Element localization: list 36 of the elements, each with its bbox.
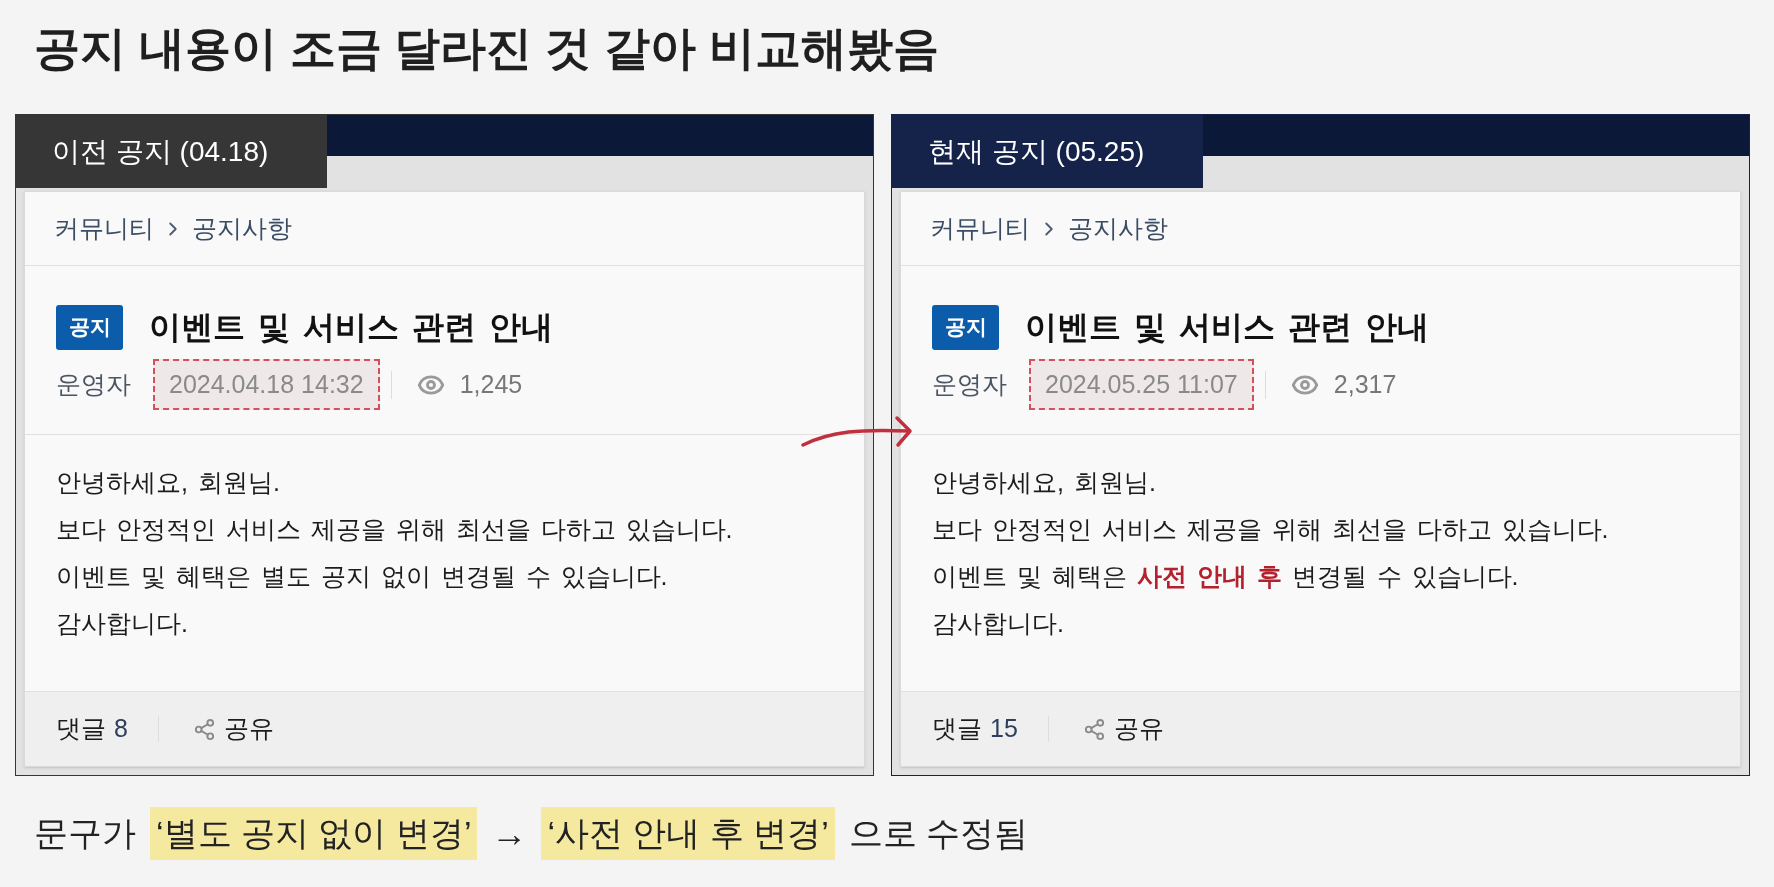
notice-title: 이벤트 및 서비스 관련 안내	[1025, 308, 1429, 347]
notice-line: 감사합니다.	[932, 608, 1065, 639]
author-name: 운영자	[932, 368, 1007, 400]
share-icon	[1082, 717, 1106, 741]
panel-label: 이전 공지 (04.18)	[16, 115, 327, 188]
breadcrumb-link[interactable]: 커뮤니티	[930, 209, 1030, 248]
share-button[interactable]: 공유	[192, 710, 274, 748]
comments-button[interactable]: 댓글 8	[56, 710, 128, 748]
share-icon	[192, 717, 216, 741]
notice-tag: 공지	[932, 304, 999, 350]
arrow-symbol: →	[491, 811, 528, 856]
breadcrumb-link[interactable]: 공지사항	[192, 209, 292, 248]
view-count: 1,245	[459, 368, 523, 400]
notice-line: 감사합니다.	[56, 608, 189, 639]
highlighted-phrase: ‘별도 공지 없이 변경’	[150, 807, 478, 860]
post-date: 2024.05.25 11:07	[1029, 359, 1254, 410]
notice-line: 보다 안정적인 서비스 제공을 위해 최선을 다하고 있습니다.	[932, 514, 1610, 545]
caption-text: 으로 수정됨	[848, 813, 1029, 854]
author-name: 운영자	[56, 368, 131, 400]
panel-label: 현재 공지 (05.25)	[892, 115, 1203, 188]
highlighted-phrase: ‘사전 안내 후 변경’	[541, 807, 835, 860]
breadcrumb-link[interactable]: 공지사항	[1068, 209, 1168, 248]
notice-line: 보다 안정적인 서비스 제공을 위해 최선을 다하고 있습니다.	[56, 514, 734, 545]
view-count: 2,317	[1333, 368, 1397, 400]
page-heading: 공지 내용이 조금 달라진 것 같아 비교해봤음	[34, 21, 940, 76]
notice-title: 이벤트 및 서비스 관련 안내	[149, 308, 553, 347]
notice-line: 이벤트 및 혜택은 별도 공지 없이 변경될 수 있습니다.	[56, 561, 669, 592]
notice-line: 안녕하세요, 회원님.	[56, 467, 281, 498]
share-button[interactable]: 공유	[1082, 710, 1164, 748]
notice-line: 안녕하세요, 회원님.	[932, 467, 1157, 498]
notice-tag: 공지	[56, 304, 123, 350]
comments-button[interactable]: 댓글 15	[932, 710, 1018, 748]
breadcrumb-link[interactable]: 커뮤니티	[54, 209, 154, 248]
notice-line: 이벤트 및 혜택은 사전 안내 후 변경될 수 있습니다.	[932, 561, 1520, 592]
caption-text: 문구가	[34, 813, 136, 854]
post-date: 2024.04.18 14:32	[153, 359, 380, 410]
